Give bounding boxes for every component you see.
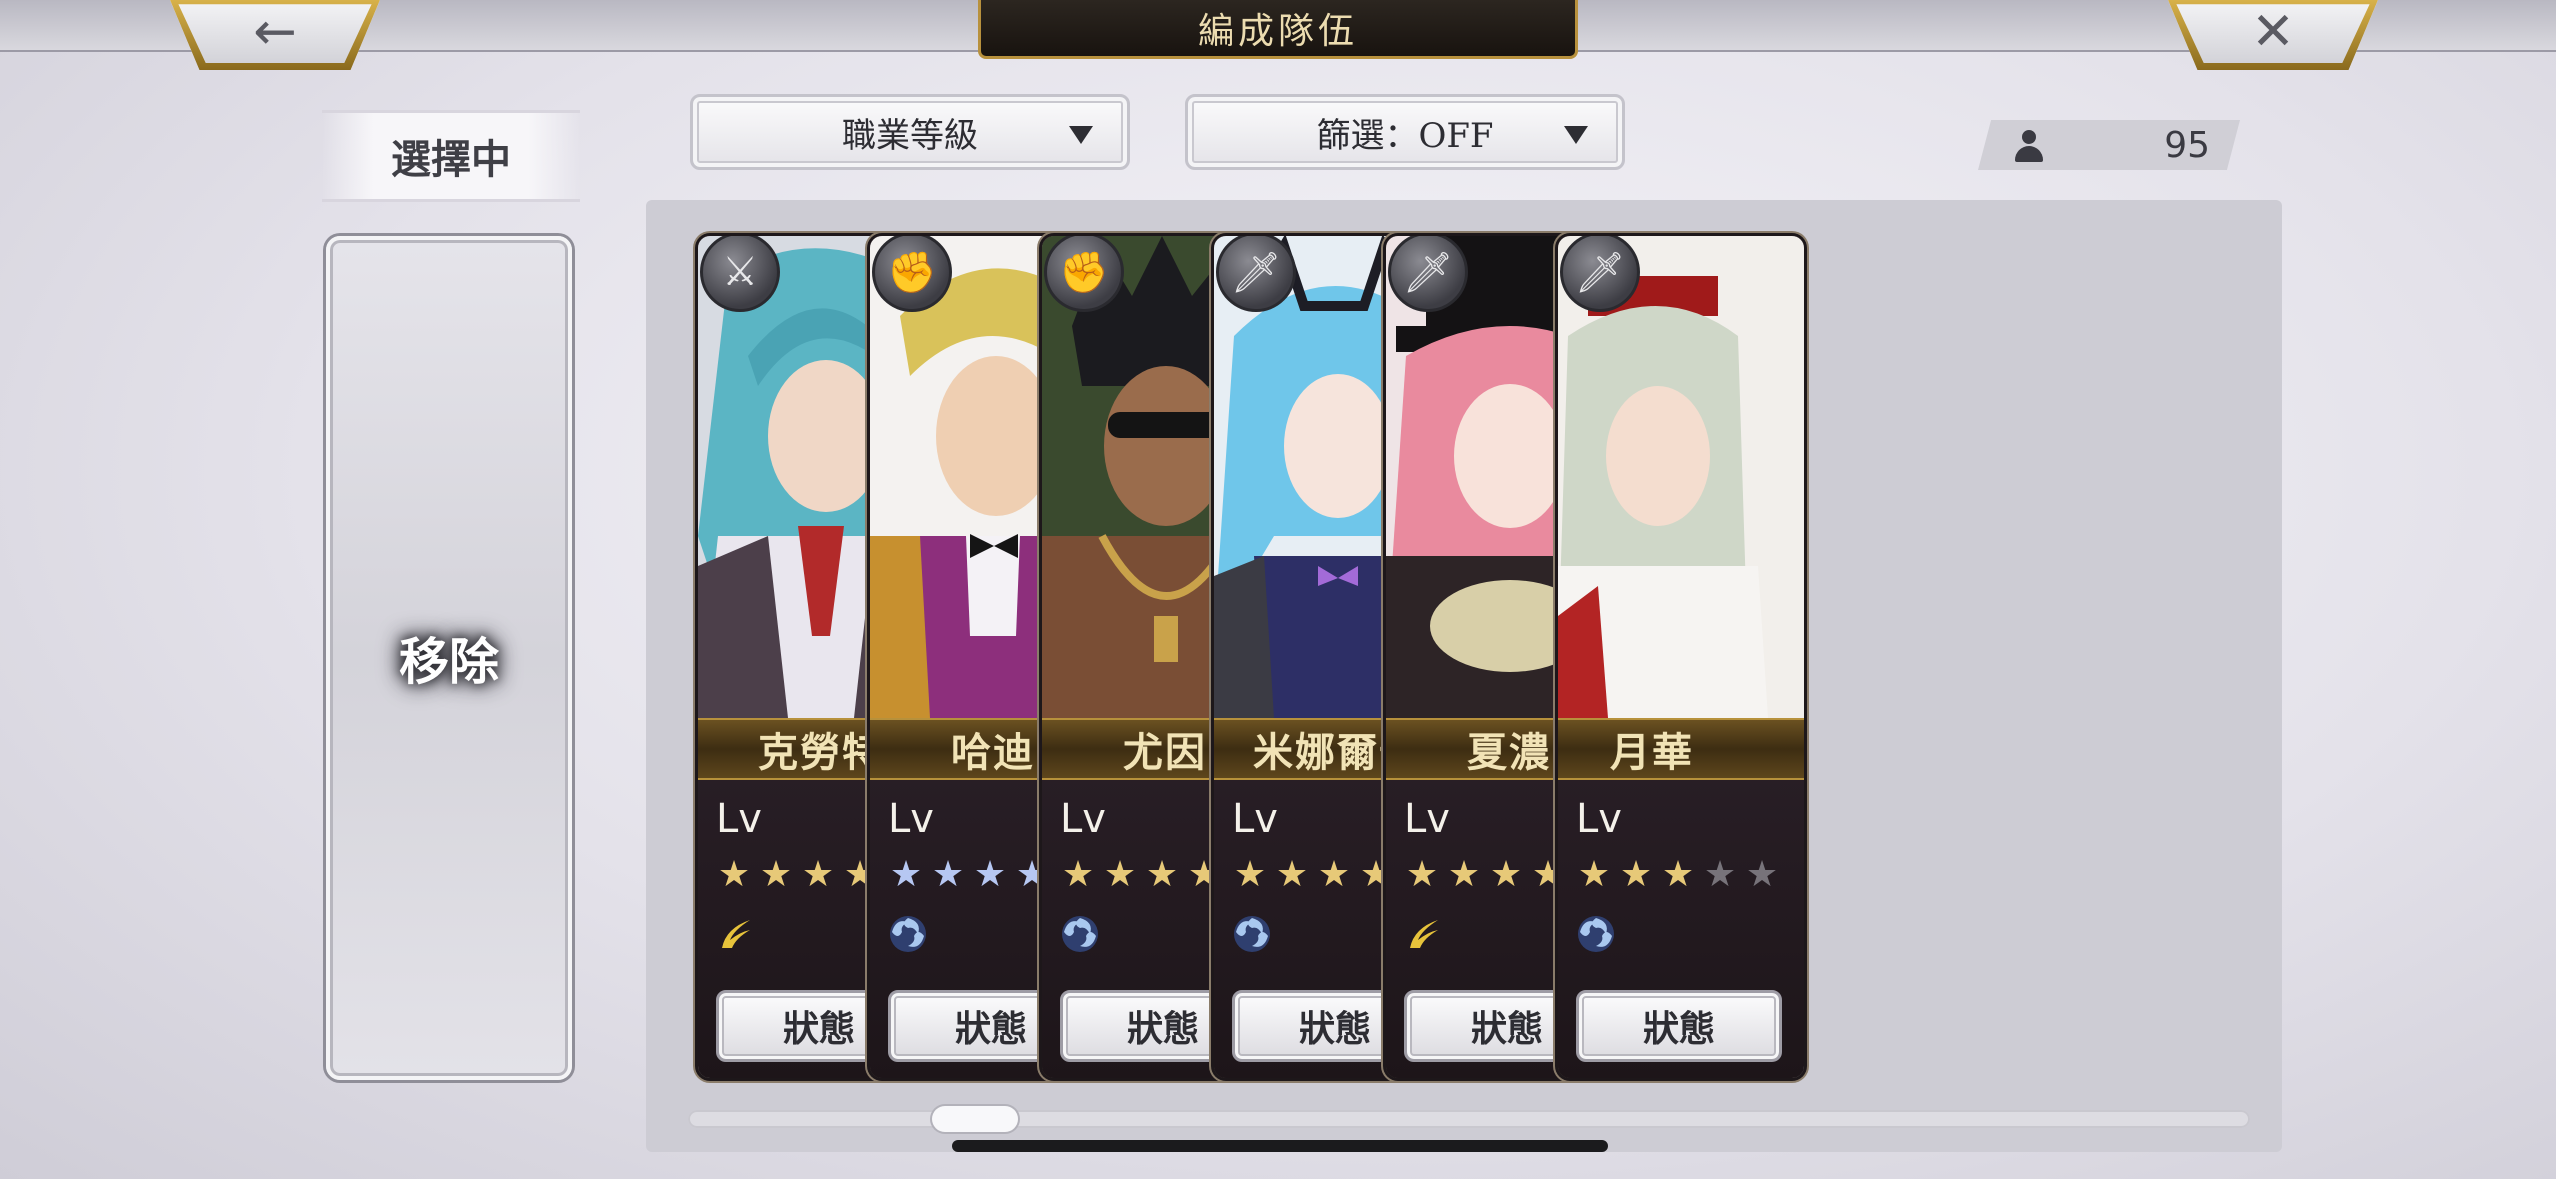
star-filled-icon: ★	[1145, 854, 1181, 895]
page-title: 編成隊伍	[978, 0, 1578, 59]
filter-dropdown[interactable]: 篩選：OFF	[1185, 94, 1625, 170]
star-filled-icon: ★	[1405, 854, 1441, 895]
star-filled-icon: ★	[717, 854, 753, 895]
star-filled-icon: ★	[931, 854, 967, 895]
unit-card-list[interactable]: ⚔ 克勞特 Lv1 ★★★★★ 16 狀態 ✊ 哈迪 Lv1 ★★★★★	[692, 224, 2246, 1084]
sort-dropdown-label: 職業等級	[842, 115, 978, 156]
roster-count: 95	[2164, 124, 2210, 166]
chevron-down-icon	[1564, 126, 1588, 144]
chevron-down-icon	[1069, 126, 1093, 144]
star-filled-icon: ★	[759, 854, 795, 895]
star-empty-icon: ★	[1745, 854, 1781, 895]
scrollbar-thumb[interactable]	[932, 1106, 1018, 1132]
close-icon: ✕	[2251, 2, 2295, 62]
filter-dropdown-label: 篩選：OFF	[1316, 115, 1494, 156]
star-filled-icon: ★	[1489, 854, 1525, 895]
star-filled-icon: ★	[1317, 854, 1353, 895]
star-filled-icon: ★	[1661, 854, 1697, 895]
star-filled-icon: ★	[973, 854, 1009, 895]
sort-dropdown[interactable]: 職業等級	[690, 94, 1130, 170]
star-filled-icon: ★	[1233, 854, 1269, 895]
star-empty-icon: ★	[1703, 854, 1739, 895]
star-filled-icon: ★	[1061, 854, 1097, 895]
star-filled-icon: ★	[1103, 854, 1139, 895]
wind-icon	[1410, 920, 1438, 948]
wind-icon	[722, 920, 750, 948]
vortex-icon	[1578, 916, 1614, 952]
roster-count-badge: 95	[1978, 120, 2240, 170]
vortex-icon	[890, 916, 926, 952]
star-filled-icon: ★	[1577, 854, 1613, 895]
star-filled-icon: ★	[889, 854, 925, 895]
level-label: Lv	[1576, 796, 1622, 842]
remove-unit-slot[interactable]: 移除	[326, 236, 572, 1080]
level-label: Lv	[1232, 796, 1278, 842]
rarity-stars: ★★★★★	[1574, 854, 1784, 895]
vortex-icon	[1234, 916, 1270, 952]
close-button[interactable]: ✕	[2168, 0, 2378, 70]
person-icon	[2014, 130, 2044, 162]
back-button[interactable]: ←	[170, 0, 380, 70]
remove-label: 移除	[399, 632, 499, 691]
vortex-icon	[1062, 916, 1098, 952]
star-filled-icon: ★	[1275, 854, 1311, 895]
star-filled-icon: ★	[1447, 854, 1483, 895]
back-arrow-icon: ←	[253, 2, 297, 62]
status-button[interactable]: 狀態	[1576, 990, 1782, 1062]
home-indicator[interactable]	[952, 1140, 1608, 1152]
level-label: Lv	[716, 796, 762, 842]
unit-card[interactable]: 🗡 月華 Lv ★ ★ ★ ★ ★ 狀態	[1558, 236, 1804, 1078]
level-label: Lv	[888, 796, 934, 842]
star-filled-icon: ★	[801, 854, 837, 895]
level-label: Lv	[1060, 796, 1106, 842]
star-filled-icon: ★	[1619, 854, 1655, 895]
level-label: Lv	[1404, 796, 1450, 842]
selecting-label: 選擇中	[322, 110, 580, 202]
unit-name: 月華	[1558, 718, 1804, 780]
horizontal-scrollbar[interactable]	[688, 1110, 2250, 1128]
